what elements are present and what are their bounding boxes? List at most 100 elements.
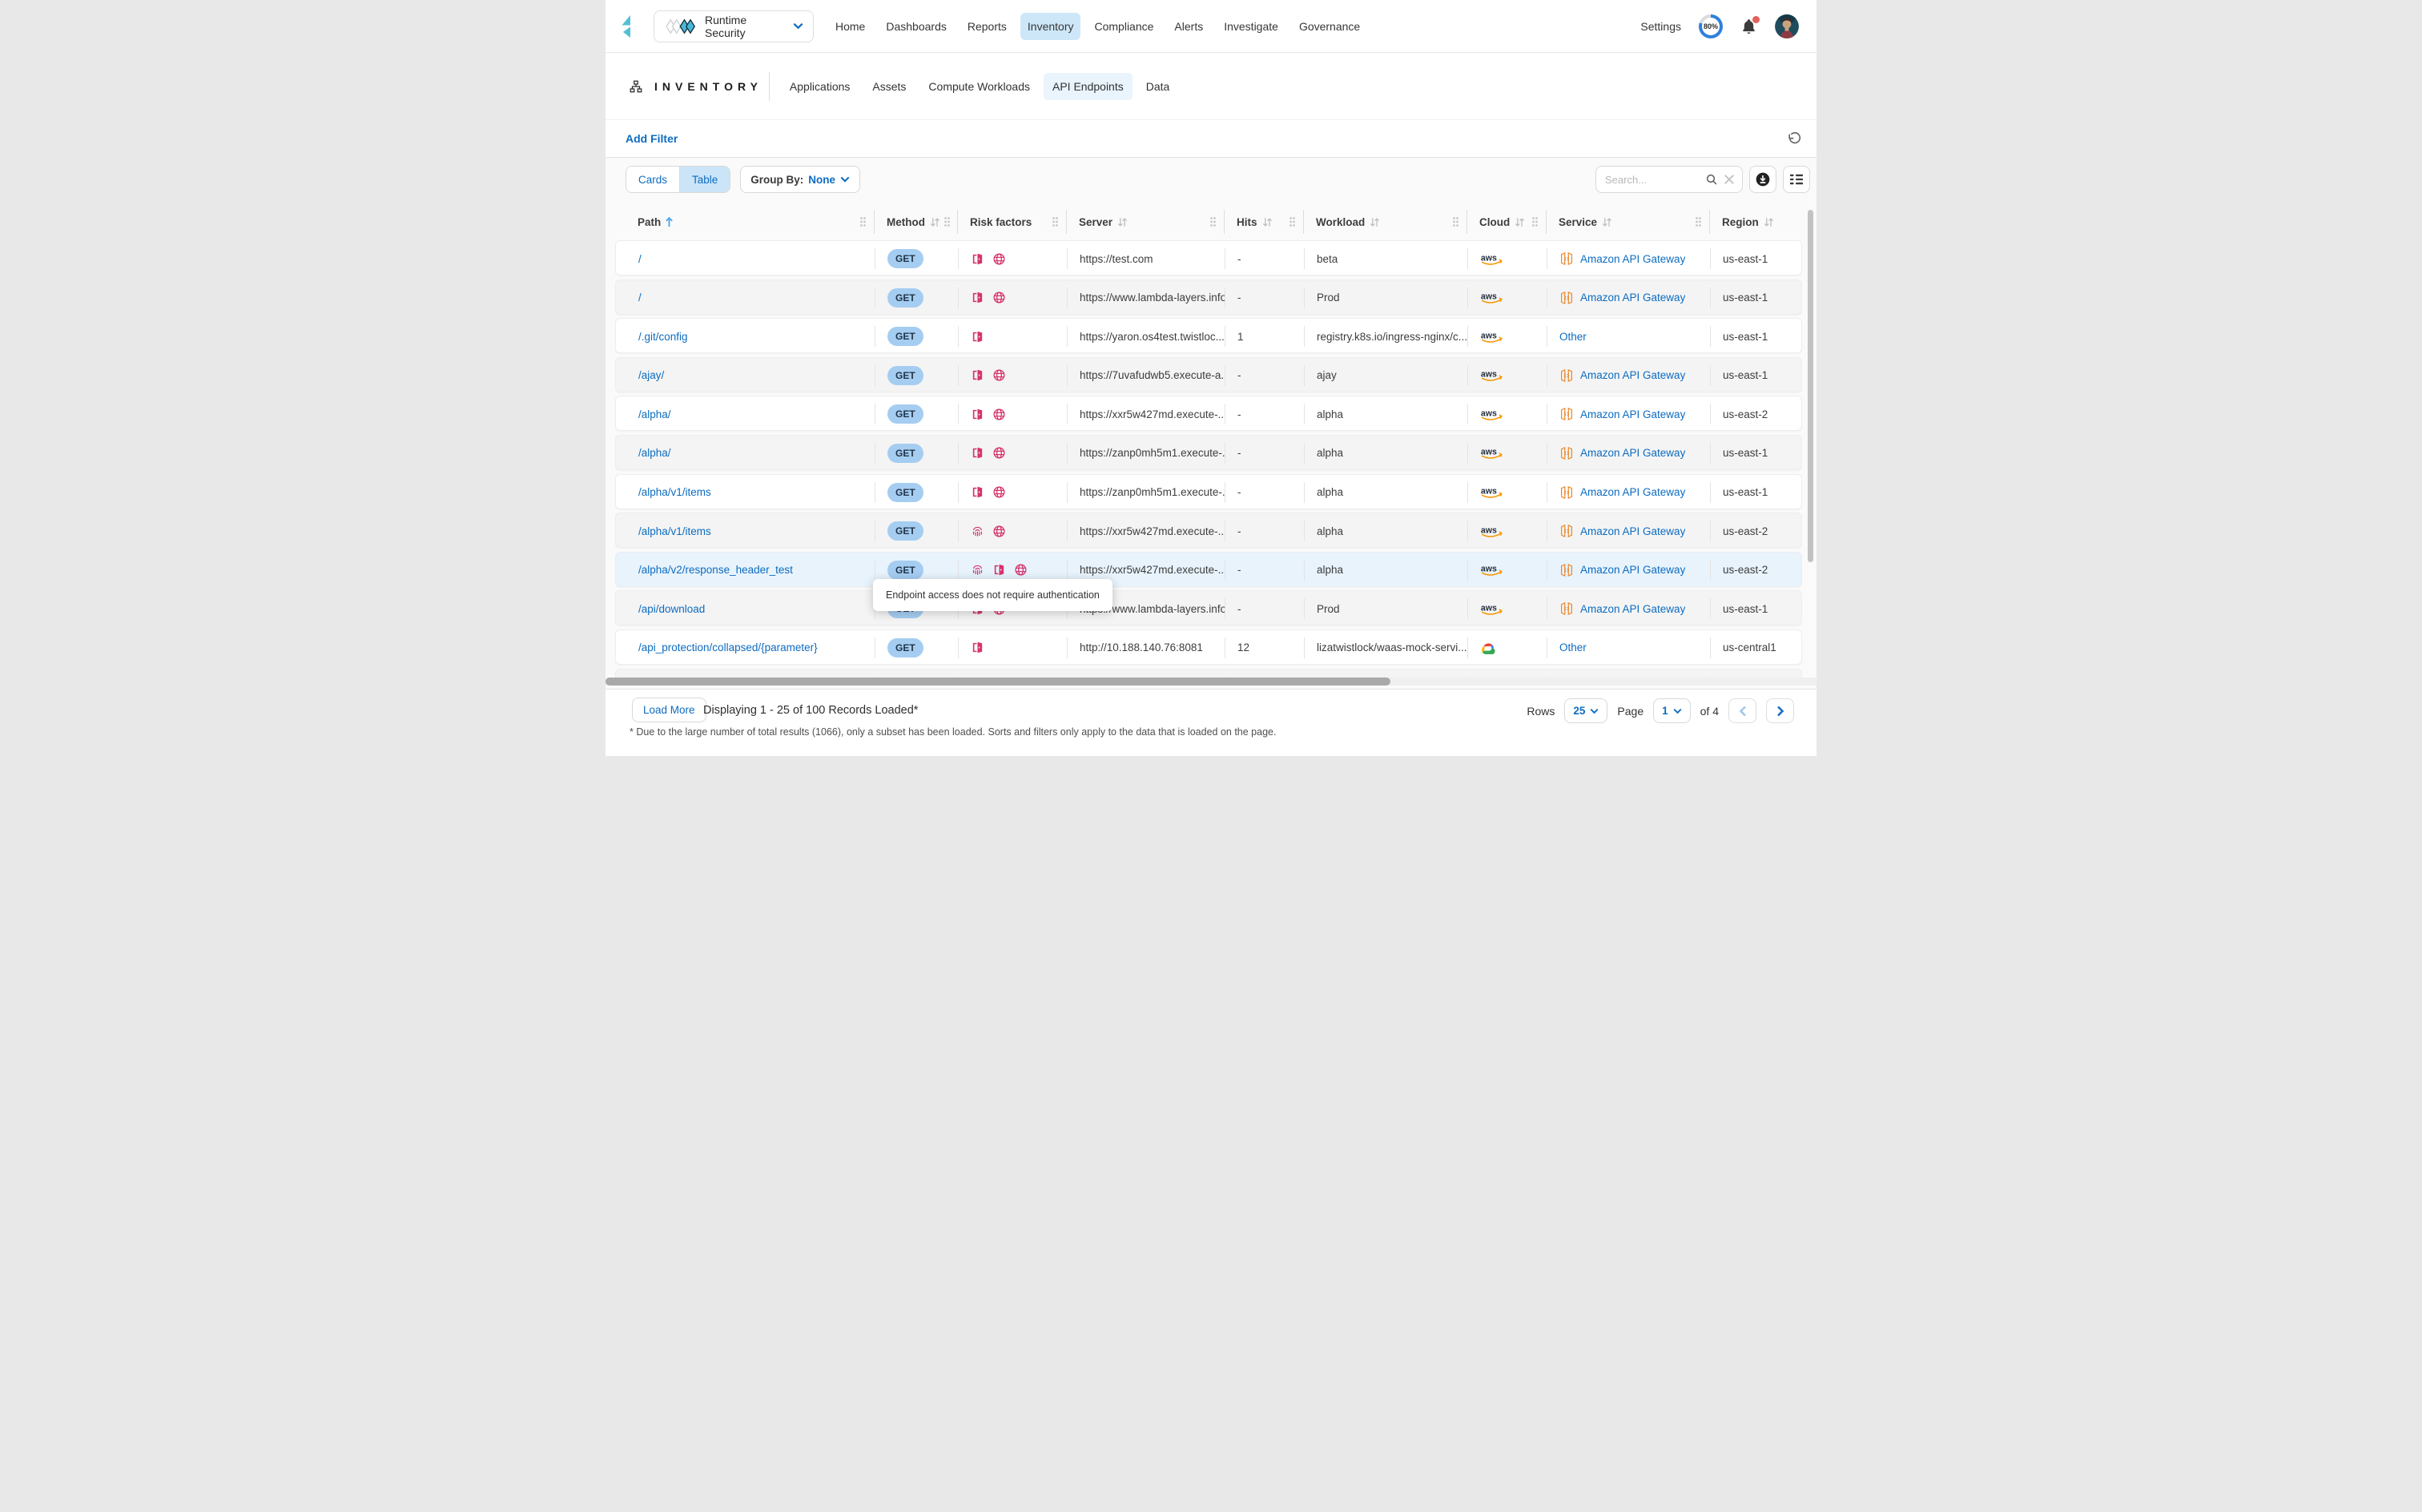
table-row[interactable]: /alpha/v1/itemsGEThttps://zanp0mh5m1.exe…: [615, 474, 1802, 509]
column-drag-handle-icon[interactable]: [1289, 217, 1295, 227]
column-drag-handle-icon[interactable]: [944, 217, 950, 227]
globe-icon[interactable]: [992, 525, 1006, 538]
open-door-icon[interactable]: [971, 368, 984, 382]
column-header-region[interactable]: Region: [1709, 207, 1802, 237]
search-icon[interactable]: [1705, 173, 1718, 186]
nav-governance[interactable]: Governance: [1292, 13, 1367, 40]
sort-icon[interactable]: [1601, 217, 1612, 227]
globe-icon[interactable]: [992, 485, 1006, 499]
endpoint-path-link[interactable]: /alpha/: [638, 408, 671, 420]
rows-per-page-select[interactable]: 25: [1564, 698, 1607, 723]
group-by-dropdown[interactable]: Group By: None: [740, 166, 860, 193]
load-more-button[interactable]: Load More: [632, 698, 706, 722]
endpoint-path-link[interactable]: /api/download: [638, 603, 705, 615]
settings-link[interactable]: Settings: [1640, 20, 1681, 33]
service-link[interactable]: Amazon API Gateway: [1580, 447, 1685, 459]
open-door-icon[interactable]: [971, 641, 984, 654]
user-avatar[interactable]: [1775, 14, 1799, 38]
column-header-service[interactable]: Service: [1546, 207, 1709, 237]
service-link[interactable]: Other: [1559, 331, 1587, 343]
column-header-method[interactable]: Method: [874, 207, 957, 237]
tab-applications[interactable]: Applications: [781, 73, 859, 100]
open-door-icon[interactable]: [971, 330, 984, 344]
service-link[interactable]: Amazon API Gateway: [1580, 253, 1685, 265]
nav-compliance[interactable]: Compliance: [1087, 13, 1161, 40]
add-filter-button[interactable]: Add Filter: [626, 132, 678, 145]
globe-icon[interactable]: [1014, 563, 1028, 577]
nav-reports[interactable]: Reports: [960, 13, 1014, 40]
service-link[interactable]: Amazon API Gateway: [1580, 486, 1685, 498]
service-link[interactable]: Other: [1559, 641, 1587, 653]
column-header-workload[interactable]: Workload: [1303, 207, 1466, 237]
column-drag-handle-icon[interactable]: [860, 217, 866, 227]
service-link[interactable]: Amazon API Gateway: [1580, 292, 1685, 304]
endpoint-path-link[interactable]: /.git/config: [638, 331, 688, 343]
table-view-button[interactable]: Table: [680, 167, 730, 192]
column-settings-button[interactable]: [1783, 166, 1810, 193]
tab-compute-workloads[interactable]: Compute Workloads: [919, 73, 1039, 100]
endpoint-path-link[interactable]: /alpha/v1/items: [638, 525, 711, 537]
next-page-button[interactable]: [1766, 698, 1794, 723]
globe-icon[interactable]: [992, 252, 1006, 266]
previous-page-button[interactable]: [1728, 698, 1756, 723]
table-row[interactable]: /GEThttps://test.com-betaawsAmazon API G…: [615, 240, 1802, 275]
endpoint-path-link[interactable]: /api_protection/collapsed/{parameter}: [638, 641, 818, 653]
download-button[interactable]: [1749, 166, 1776, 193]
table-row[interactable]: /alpha/v2/response_header_testGEThttps:/…: [615, 552, 1802, 587]
table-row[interactable]: /api_protection/collapsed/{parameter}GET…: [615, 629, 1802, 665]
column-header-cloud[interactable]: Cloud: [1466, 207, 1546, 237]
endpoint-path-link[interactable]: /alpha/v2/response_header_test: [638, 564, 793, 576]
service-link[interactable]: Amazon API Gateway: [1580, 369, 1685, 381]
table-row[interactable]: /api/downloadGEThttps://www.lambda-layer…: [615, 590, 1802, 625]
nav-alerts[interactable]: Alerts: [1167, 13, 1210, 40]
vertical-scrollbar[interactable]: [1808, 210, 1813, 562]
sort-icon[interactable]: [1369, 217, 1380, 227]
column-header-server[interactable]: Server: [1066, 207, 1224, 237]
horizontal-scrollbar[interactable]: [606, 678, 1390, 686]
open-door-icon[interactable]: [971, 446, 984, 460]
tab-api-endpoints[interactable]: API Endpoints: [1044, 73, 1133, 100]
sort-icon[interactable]: [1514, 217, 1525, 227]
sort-icon[interactable]: [929, 217, 940, 227]
open-door-icon[interactable]: [971, 252, 984, 266]
globe-icon[interactable]: [992, 408, 1006, 421]
globe-icon[interactable]: [992, 368, 1006, 382]
column-header-path[interactable]: Path: [615, 207, 874, 237]
column-drag-handle-icon[interactable]: [1532, 217, 1538, 227]
table-row[interactable]: /GEThttps://www.lambda-layers.info-Proda…: [615, 279, 1802, 315]
column-header-risk-factors[interactable]: Risk factors: [957, 207, 1066, 237]
table-row[interactable]: /ajay/GEThttps://7uvafudwb5.execute-a...…: [615, 357, 1802, 392]
column-drag-handle-icon[interactable]: [1052, 217, 1058, 227]
search-input[interactable]: [1605, 174, 1700, 186]
reset-icon[interactable]: [1787, 131, 1802, 147]
table-row[interactable]: /.git/configGEThttps://yaron.os4test.twi…: [615, 318, 1802, 353]
nav-inventory[interactable]: Inventory: [1020, 13, 1081, 40]
module-selector[interactable]: Runtime Security: [654, 10, 814, 42]
endpoint-path-link[interactable]: /: [638, 292, 642, 304]
table-row[interactable]: /alpha/v1/itemsGEThttps://xxr5w427md.exe…: [615, 513, 1802, 548]
endpoint-path-link[interactable]: /alpha/: [638, 447, 671, 459]
service-link[interactable]: Amazon API Gateway: [1580, 603, 1685, 615]
open-door-icon[interactable]: [971, 485, 984, 499]
table-row[interactable]: /alpha/GEThttps://zanp0mh5m1.execute-...…: [615, 435, 1802, 470]
tab-assets[interactable]: Assets: [863, 73, 915, 100]
fingerprint-icon[interactable]: [971, 563, 984, 577]
nav-dashboards[interactable]: Dashboards: [879, 13, 954, 40]
column-drag-handle-icon[interactable]: [1453, 217, 1458, 227]
column-drag-handle-icon[interactable]: [1696, 217, 1701, 227]
sort-asc-icon[interactable]: [665, 216, 674, 227]
nav-investigate[interactable]: Investigate: [1217, 13, 1285, 40]
endpoint-path-link[interactable]: /: [638, 253, 642, 265]
usage-ring[interactable]: 80%: [1699, 14, 1723, 38]
open-door-icon[interactable]: [971, 408, 984, 421]
nav-home[interactable]: Home: [828, 13, 872, 40]
notifications-button[interactable]: [1740, 18, 1757, 35]
page-select[interactable]: 1: [1653, 698, 1691, 723]
column-drag-handle-icon[interactable]: [1210, 217, 1216, 227]
column-header-hits[interactable]: Hits: [1224, 207, 1303, 237]
tab-data[interactable]: Data: [1137, 73, 1179, 100]
endpoint-path-link[interactable]: /alpha/v1/items: [638, 486, 711, 498]
table-row[interactable]: GEThttp://10.188.140.76:8081: [615, 669, 1802, 678]
service-link[interactable]: Amazon API Gateway: [1580, 564, 1685, 576]
prisma-logo[interactable]: [620, 14, 641, 39]
